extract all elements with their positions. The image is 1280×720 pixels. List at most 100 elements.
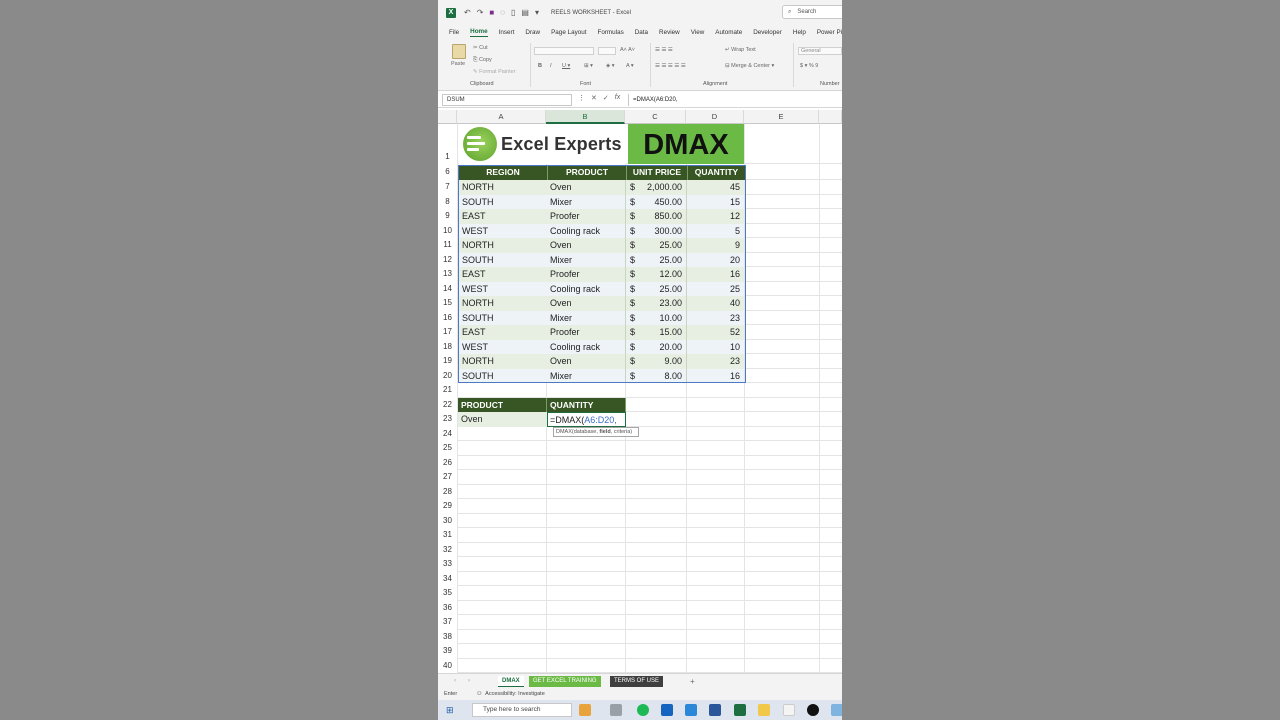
cancel-icon[interactable]: ✕ (591, 94, 597, 102)
tab-file[interactable]: File (449, 29, 459, 36)
column-header-c[interactable]: C (625, 110, 686, 124)
paste-button-label[interactable]: Paste (451, 61, 465, 67)
enter-icon[interactable]: ✓ (603, 94, 609, 102)
align-top-icon[interactable]: ☰ ☰ ☰ (655, 47, 673, 53)
tab-draw[interactable]: Draw (525, 29, 540, 36)
tab-page-layout[interactable]: Page Layout (551, 29, 586, 36)
search-box[interactable]: ⌕ Search (782, 5, 842, 19)
row-header[interactable]: 35 (438, 586, 457, 601)
column-header-b[interactable]: B (546, 110, 625, 124)
tiktok-icon[interactable] (807, 704, 819, 716)
tab-data[interactable]: Data (635, 29, 648, 36)
chrome-icon[interactable] (783, 704, 795, 716)
font-size-select[interactable] (598, 47, 616, 55)
row-header[interactable]: 20 (438, 368, 457, 383)
print-icon[interactable]: ▤ (521, 8, 529, 17)
name-box[interactable]: DSUM (442, 94, 572, 106)
undo-icon[interactable]: ↶ (464, 8, 471, 17)
column-header-next[interactable] (819, 110, 842, 124)
row-header[interactable]: 26 (438, 455, 457, 470)
autosave-icon[interactable]: ◌ (500, 8, 505, 17)
task-view-icon[interactable] (610, 704, 622, 716)
row-header[interactable]: 10 (438, 223, 457, 238)
sheet-tab-get-excel-training[interactable]: GET EXCEL TRAINING (529, 676, 601, 687)
fill-color-icon[interactable]: ◈ ▾ (606, 63, 615, 69)
row-header[interactable]: 1 (438, 124, 457, 164)
paste-icon[interactable] (452, 44, 466, 59)
row-header[interactable]: 34 (438, 571, 457, 586)
active-formula-cell[interactable]: =DMAX(A6:D20, (547, 412, 626, 427)
formula-input[interactable]: =DMAX(A6:D20, (628, 94, 842, 106)
row-header[interactable]: 28 (438, 484, 457, 499)
row-header[interactable]: 23 (438, 412, 457, 427)
briefcase-icon[interactable] (579, 704, 591, 716)
currency-format-icon[interactable]: $ ▾ % 9 (800, 63, 818, 69)
row-header[interactable]: 14 (438, 281, 457, 296)
outlook-icon[interactable] (661, 704, 673, 716)
tab-developer[interactable]: Developer (753, 29, 782, 36)
row-header[interactable]: 6 (438, 165, 457, 180)
row-header[interactable]: 16 (438, 310, 457, 325)
align-left-icon[interactable]: ☰ ☰ ☰ ☰ ☰ (655, 63, 686, 69)
word-icon[interactable] (709, 704, 721, 716)
row-header[interactable]: 18 (438, 339, 457, 354)
taskbar-search[interactable]: Type here to search (472, 703, 572, 717)
more-commands-icon[interactable]: ▾ (535, 8, 539, 17)
row-header[interactable]: 7 (438, 180, 457, 195)
italic-icon[interactable]: I (550, 63, 552, 69)
font-grow-icon[interactable]: A˄ A˅ (620, 47, 635, 53)
redo-icon[interactable]: ↷ (477, 8, 484, 17)
column-header-a[interactable]: A (457, 110, 546, 124)
row-header[interactable]: 37 (438, 615, 457, 630)
tab-home[interactable]: Home (470, 28, 488, 37)
row-header[interactable]: 39 (438, 644, 457, 659)
row-header[interactable]: 15 (438, 296, 457, 311)
row-header[interactable]: 19 (438, 354, 457, 369)
row-header[interactable]: 31 (438, 528, 457, 543)
row-header[interactable]: 29 (438, 499, 457, 514)
underline-icon[interactable]: U ▾ (562, 63, 570, 69)
scroll-right-icon[interactable]: › (464, 676, 474, 687)
cut-button[interactable]: ✂ Cut (473, 45, 488, 51)
tab-view[interactable]: View (691, 29, 705, 36)
add-sheet-button[interactable]: + (686, 676, 699, 687)
sheet-tab-dmax[interactable]: DMAX (498, 676, 524, 687)
windows-start-icon[interactable]: ⊞ (446, 705, 454, 716)
row-header[interactable]: 22 (438, 397, 457, 412)
row-header[interactable]: 9 (438, 209, 457, 224)
row-header[interactable]: 36 (438, 600, 457, 615)
borders-icon[interactable]: ⊞ ▾ (584, 63, 593, 69)
save-icon[interactable]: ■ (489, 8, 494, 17)
row-header[interactable]: 40 (438, 658, 457, 673)
font-color-icon[interactable]: A ▾ (626, 63, 634, 69)
wrap-text-button[interactable]: ↵ Wrap Text (725, 47, 756, 53)
tab-review[interactable]: Review (659, 29, 680, 36)
tab-formulas[interactable]: Formulas (597, 29, 623, 36)
bold-icon[interactable]: B (538, 63, 542, 69)
row-header[interactable]: 33 (438, 557, 457, 572)
row-header[interactable]: 25 (438, 441, 457, 456)
row-header[interactable]: 32 (438, 542, 457, 557)
row-header[interactable]: 30 (438, 513, 457, 528)
app-icon[interactable] (831, 704, 842, 716)
row-header[interactable]: 8 (438, 194, 457, 209)
format-painter-button[interactable]: ✎ Format Painter (473, 69, 516, 75)
file-explorer-icon[interactable] (758, 704, 770, 716)
tab-insert[interactable]: Insert (499, 29, 515, 36)
chart-app-icon[interactable] (685, 704, 697, 716)
accessibility-status[interactable]: Accessibility: Investigate (485, 691, 545, 697)
scroll-left-icon[interactable]: ‹ (450, 676, 460, 687)
new-file-icon[interactable]: ▯ (511, 8, 515, 17)
merge-center-button[interactable]: ⊟ Merge & Center ▾ (725, 63, 774, 69)
select-all-corner[interactable] (438, 110, 457, 124)
row-header[interactable]: 38 (438, 629, 457, 644)
tab-power-pi[interactable]: Power Pi (817, 29, 842, 36)
tab-automate[interactable]: Automate (715, 29, 742, 36)
copy-button[interactable]: ⎘ Copy (473, 57, 492, 64)
row-header[interactable]: 17 (438, 325, 457, 340)
criteria-product-cell[interactable]: Oven (458, 412, 547, 427)
column-header-e[interactable]: E (744, 110, 819, 124)
fx-icon[interactable]: fx (615, 94, 620, 102)
sheet-tab-terms-of-use[interactable]: TERMS OF USE (610, 676, 664, 687)
row-header[interactable]: 27 (438, 470, 457, 485)
